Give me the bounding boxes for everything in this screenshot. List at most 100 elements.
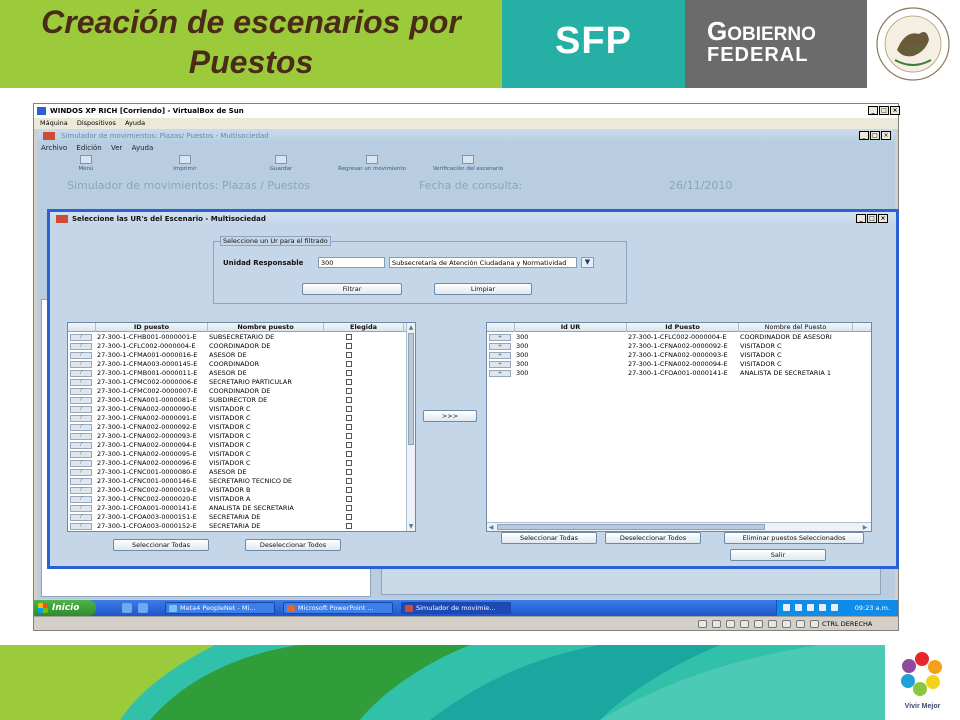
table-row[interactable]: +300 27-300-1-CFNA002-0000094-E VISITADOR … bbox=[487, 360, 871, 369]
remove-selected-button[interactable]: Eliminar puestos Seleccionados bbox=[724, 532, 864, 544]
table-row[interactable]: ⁄ 27-300-1-CFOA003-0000151-E SECRETARIA DE bbox=[68, 513, 406, 522]
row-selector-icon[interactable]: ⁄ bbox=[70, 442, 92, 449]
elegida-checkbox[interactable] bbox=[346, 496, 352, 502]
row-selector-icon[interactable]: ⁄ bbox=[70, 505, 92, 512]
table-row[interactable]: ⁄ 27-300-1-CFNA001-0000081-E SUBDIRECTOR D… bbox=[68, 396, 406, 405]
unidad-description-field[interactable]: Subsecretaría de Atención Ciudadana y No… bbox=[389, 257, 577, 268]
row-selector-icon[interactable]: + bbox=[489, 370, 511, 377]
header-id-puesto-right[interactable]: Id Puesto bbox=[627, 323, 739, 332]
maximize-button[interactable]: □ bbox=[879, 106, 889, 115]
table-row[interactable]: ⁄ 27-300-1-CFOA003-0000152-E SECRETARIA DE bbox=[68, 522, 406, 531]
toolbar-verify-button[interactable]: Verificación del escenario bbox=[427, 155, 509, 172]
table-row[interactable]: ⁄ 27-300-1-CFNA002-0000091-E VISITADOR C bbox=[68, 414, 406, 423]
filtrar-button[interactable]: Filtrar bbox=[302, 283, 402, 295]
hdd-status-icon[interactable] bbox=[698, 620, 707, 628]
elegida-checkbox[interactable] bbox=[346, 379, 352, 385]
elegida-checkbox[interactable] bbox=[346, 361, 352, 367]
move-right-button[interactable]: >>> bbox=[423, 410, 477, 422]
row-selector-icon[interactable]: ⁄ bbox=[70, 424, 92, 431]
table-row[interactable]: +300 27-300-1-CFNA002-0000092-E VISITADOR … bbox=[487, 342, 871, 351]
vm-menu-ayuda[interactable]: Ayuda bbox=[125, 119, 145, 127]
display-status-icon[interactable] bbox=[782, 620, 791, 628]
row-selector-icon[interactable]: ⁄ bbox=[70, 397, 92, 404]
elegida-checkbox[interactable] bbox=[346, 433, 352, 439]
vm-menu-dispositivos[interactable]: Dispositivos bbox=[77, 119, 116, 127]
table-row[interactable]: ⁄ 27-300-1-CFNA002-0000095-E VISITADOR C bbox=[68, 450, 406, 459]
taskbar-simulador-button[interactable]: Simulador de movimie... bbox=[401, 602, 511, 614]
quicklaunch-desktop-icon[interactable] bbox=[138, 603, 148, 613]
elegida-checkbox[interactable] bbox=[346, 397, 352, 403]
start-button[interactable]: Inicio bbox=[34, 600, 96, 616]
app-close-button[interactable]: × bbox=[881, 131, 891, 140]
elegida-checkbox[interactable] bbox=[346, 514, 352, 520]
row-selector-icon[interactable]: + bbox=[489, 343, 511, 350]
row-selector-icon[interactable]: + bbox=[489, 361, 511, 368]
elegida-checkbox[interactable] bbox=[346, 334, 352, 340]
app-maximize-button[interactable]: □ bbox=[870, 131, 880, 140]
left-select-all-button[interactable]: Seleccionar Todas bbox=[113, 539, 209, 551]
close-button[interactable]: × bbox=[890, 106, 900, 115]
header-id-puesto[interactable]: ID puesto bbox=[96, 323, 208, 332]
keyboard-status-icon[interactable] bbox=[810, 620, 819, 628]
header-id-ur[interactable]: Id UR bbox=[515, 323, 627, 332]
table-row[interactable]: ⁄ 27-300-1-CFNC002-0000019-E VISITADOR B bbox=[68, 486, 406, 495]
table-row[interactable]: ⁄ 27-300-1-CFNA002-0000093-E VISITADOR C bbox=[68, 432, 406, 441]
cd-status-icon[interactable] bbox=[712, 620, 721, 628]
app-minimize-button[interactable]: _ bbox=[859, 131, 869, 140]
security-tray-icon[interactable] bbox=[819, 604, 826, 611]
table-row[interactable]: ⁄ 27-300-1-CFHB001-0000001-E SUBSECRETARIO… bbox=[68, 333, 406, 342]
table-row[interactable]: ⁄ 27-300-1-CFMC002-0000007-E COORDINADOR D… bbox=[68, 387, 406, 396]
shared-folder-status-icon[interactable] bbox=[768, 620, 777, 628]
table-row[interactable]: ⁄ 27-300-1-CFOA001-0000141-E ANALISTA DE S… bbox=[68, 504, 406, 513]
row-selector-icon[interactable]: ⁄ bbox=[70, 433, 92, 440]
row-selector-icon[interactable]: ⁄ bbox=[70, 334, 92, 341]
right-scroll-thumb[interactable] bbox=[497, 524, 765, 530]
row-selector-icon[interactable]: ⁄ bbox=[70, 478, 92, 485]
unidad-lookup-button[interactable]: ▼ bbox=[581, 257, 594, 268]
table-row[interactable]: ⁄ 27-300-1-CFNA002-0000090-E VISITADOR C bbox=[68, 405, 406, 414]
dialog-close-button[interactable]: × bbox=[878, 214, 888, 223]
usb-status-icon[interactable] bbox=[754, 620, 763, 628]
row-selector-icon[interactable]: ⁄ bbox=[70, 361, 92, 368]
table-row[interactable]: ⁄ 27-300-1-CFNA002-0000094-E VISITADOR C bbox=[68, 441, 406, 450]
taskbar-powerpoint-button[interactable]: Microsoft PowerPoint ... bbox=[283, 602, 393, 614]
unidad-code-field[interactable]: 300 bbox=[318, 257, 385, 268]
table-row[interactable]: ⁄ 27-300-1-CFNC001-0000080-E ASESOR DE bbox=[68, 468, 406, 477]
header-nombre-del-puesto[interactable]: Nombre del Puesto bbox=[739, 323, 853, 332]
network-status-icon[interactable] bbox=[740, 620, 749, 628]
table-row[interactable]: +300 27-300-1-CFNA002-0000093-E VISITADOR … bbox=[487, 351, 871, 360]
dialog-maximize-button[interactable]: □ bbox=[867, 214, 877, 223]
left-scroll-thumb[interactable] bbox=[408, 333, 414, 445]
toolbar-undo-button[interactable]: Regresar un movimiento bbox=[331, 155, 413, 172]
right-select-all-button[interactable]: Seleccionar Todas bbox=[501, 532, 597, 544]
elegida-checkbox[interactable] bbox=[346, 469, 352, 475]
row-selector-icon[interactable]: ⁄ bbox=[70, 343, 92, 350]
scroll-left-arrow-icon[interactable]: ◀ bbox=[487, 523, 495, 531]
elegida-checkbox[interactable] bbox=[346, 415, 352, 421]
elegida-checkbox[interactable] bbox=[346, 424, 352, 430]
row-selector-icon[interactable]: + bbox=[489, 352, 511, 359]
row-selector-icon[interactable]: ⁄ bbox=[70, 451, 92, 458]
table-row[interactable]: +300 27-300-1-CFOA001-0000141-E ANALISTA D… bbox=[487, 369, 871, 378]
row-selector-icon[interactable]: + bbox=[489, 334, 511, 341]
row-selector-icon[interactable]: ⁄ bbox=[70, 523, 92, 530]
scroll-right-arrow-icon[interactable]: ▶ bbox=[861, 523, 869, 531]
exit-button[interactable]: Salir bbox=[730, 549, 826, 561]
limpiar-button[interactable]: Limpiar bbox=[434, 283, 532, 295]
update-tray-icon[interactable] bbox=[831, 604, 838, 611]
elegida-checkbox[interactable] bbox=[346, 460, 352, 466]
scroll-down-arrow-icon[interactable]: ▼ bbox=[407, 522, 415, 531]
row-selector-icon[interactable]: ⁄ bbox=[70, 460, 92, 467]
left-vertical-scrollbar[interactable]: ▲ ▼ bbox=[406, 323, 415, 531]
elegida-checkbox[interactable] bbox=[346, 523, 352, 529]
table-row[interactable]: ⁄ 27-300-1-CFNC002-0000020-E VISITADOR A bbox=[68, 495, 406, 504]
table-row[interactable]: ⁄ 27-300-1-CFLC002-0000004-E COORDINADOR D… bbox=[68, 342, 406, 351]
vm-menu-maquina[interactable]: Máquina bbox=[40, 119, 68, 127]
help-tray-icon[interactable] bbox=[783, 604, 790, 611]
app-menu-ver[interactable]: Ver bbox=[111, 144, 122, 152]
scroll-up-arrow-icon[interactable]: ▲ bbox=[407, 323, 415, 332]
table-row[interactable]: +300 27-300-1-CFLC002-0000004-E COORDINADO… bbox=[487, 333, 871, 342]
right-horizontal-scrollbar[interactable]: ◀ ▶ bbox=[487, 522, 871, 531]
row-selector-icon[interactable]: ⁄ bbox=[70, 352, 92, 359]
elegida-checkbox[interactable] bbox=[346, 478, 352, 484]
